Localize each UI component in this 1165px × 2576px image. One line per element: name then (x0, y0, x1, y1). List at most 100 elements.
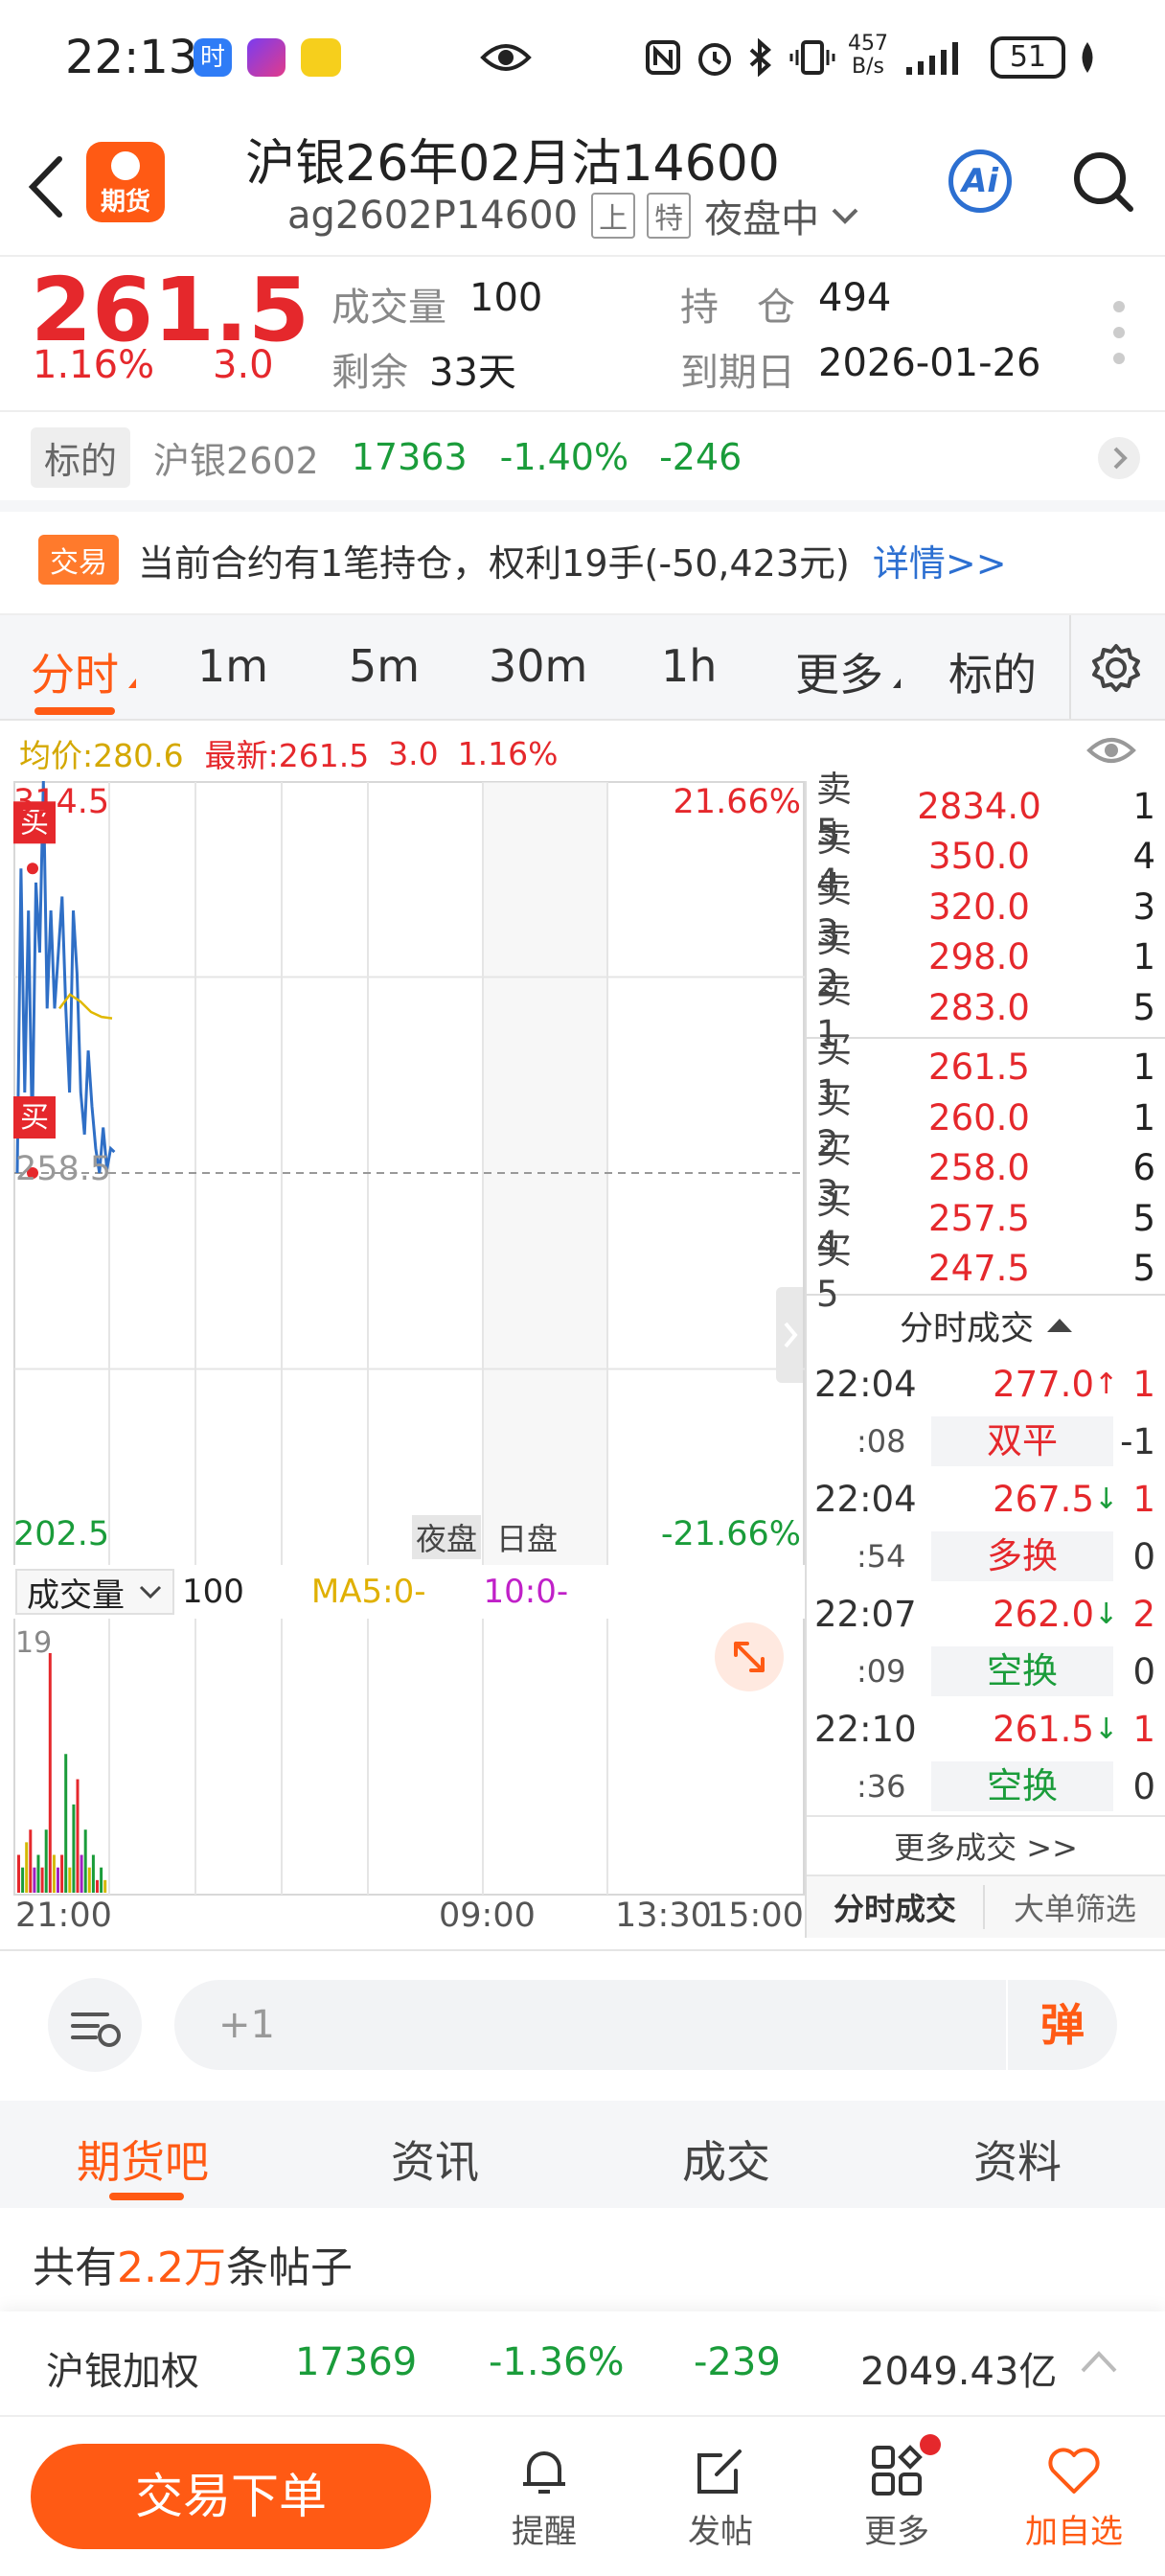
tab-underlying[interactable]: 标的 (948, 640, 1037, 703)
latest-pct: 1.16% (457, 734, 559, 772)
tab-big-order-filter[interactable]: 大单筛选 (985, 1885, 1165, 1929)
tab-5m[interactable]: 5m (349, 640, 420, 692)
more-trades-link[interactable]: 更多成交 >> (807, 1817, 1165, 1874)
tick-seconds: :36 (857, 1768, 906, 1805)
chart-collapse-handle[interactable] (776, 1287, 803, 1383)
tick-row[interactable]: 22:04 277.0 ↑ 1 (807, 1355, 1165, 1413)
tick-price: 267.5 (993, 1478, 1094, 1520)
bell-icon (523, 2451, 565, 2494)
latest-price: 最新:261.5 (204, 737, 370, 774)
bottom-nav: 交易下单 提醒 发帖 更多 加自选 (0, 2415, 1165, 2576)
nav-add-watchlist[interactable]: 加自选 (1021, 2442, 1127, 2552)
intraday-chart[interactable]: 买买 314.5 21.66% 258.5 202.5 -21.66% 夜盘 日… (13, 781, 805, 1950)
chevron-up-icon[interactable] (1079, 2348, 1119, 2375)
tick-seconds: :09 (857, 1653, 906, 1690)
bluetooth-icon (747, 38, 774, 77)
comment-input[interactable]: +1 弹 (174, 1980, 1117, 2070)
more-vertical-icon[interactable] (1111, 299, 1127, 366)
tick-price: 277.0 (993, 1363, 1094, 1405)
contract-code: ag2602P14600 (287, 194, 579, 238)
chevron-right-icon[interactable] (1098, 437, 1140, 479)
ticks-bottom-tabs: 分时成交 大单筛选 (807, 1874, 1165, 1938)
danmu-settings-icon[interactable] (48, 1978, 142, 2072)
tab-intraday[interactable]: 分时 (31, 640, 119, 703)
futures-badge: 期货 (86, 142, 165, 222)
session-day-label[interactable]: 日盘 (492, 1515, 561, 1559)
volume-selector-label: 成交量 (27, 1576, 125, 1615)
expand-icon[interactable] (715, 1622, 784, 1691)
volume-bar (64, 1754, 68, 1893)
index-bar[interactable]: 沪银加权 17369 -1.36% -239 2049.43亿 (0, 2312, 1165, 2415)
nav-alert[interactable]: 提醒 (508, 2442, 581, 2552)
tab-ticks[interactable]: 分时成交 (807, 1885, 985, 1929)
underlying-row[interactable]: 标的 沪银2602 17363 -1.40% -246 (0, 414, 1165, 500)
chevron-down-icon (139, 1585, 162, 1599)
badge-logo-icon (111, 151, 140, 180)
details-link[interactable]: 详情>> (873, 534, 1007, 586)
y-axis-top: 314.5 (13, 783, 110, 821)
tab-30m[interactable]: 30m (489, 640, 587, 692)
battery-icon: 51 (991, 36, 1065, 79)
position-notice[interactable]: 交易 当前合约有1笔持仓，权利19手(-50,423元) 详情>> (0, 512, 1165, 608)
quote-panel: 261.5 1.16% 3.0 成交量 100 持 仓 494 剩余 33天 到… (0, 257, 1165, 410)
tick-volume: 2 (1132, 1593, 1155, 1635)
tick-time: 22:07 (814, 1593, 917, 1635)
latest-chg: 3.0 (388, 734, 439, 772)
volume-bar (36, 1854, 40, 1893)
exchange-tag: 上 (591, 193, 636, 239)
tab-underline (34, 707, 115, 715)
tick-type: 空换 (931, 1761, 1113, 1811)
session-night-label[interactable]: 夜盘 (412, 1515, 482, 1559)
nav-post[interactable]: 发帖 (684, 2442, 757, 2552)
app-notification-icon-2 (247, 38, 286, 77)
tab-more[interactable]: 更多 (795, 640, 883, 703)
volume-indicator-select[interactable]: 成交量 (15, 1569, 174, 1615)
trade-order-button[interactable]: 交易下单 (31, 2444, 431, 2549)
nav-more[interactable]: 更多 (860, 2434, 941, 2552)
network-speed: 457 B/s (848, 32, 888, 79)
tab-futures-forum[interactable]: 期货吧 (77, 2128, 209, 2191)
volume-bar (96, 1879, 99, 1893)
x-label-afternoon: 13:30 (615, 1897, 712, 1935)
danmu-toggle-button[interactable]: 弹 (1006, 1980, 1117, 2070)
tab-news[interactable]: 资讯 (391, 2128, 479, 2191)
tick-oi-change: -1 (1120, 1420, 1155, 1462)
vol-axis-max: 19 (15, 1626, 53, 1660)
tick-row[interactable]: 22:07 262.0 ↓ 2 (807, 1585, 1165, 1643)
tab-1m[interactable]: 1m (197, 640, 268, 692)
index-amount: 2049.43亿 (860, 2350, 1058, 2394)
volume-bar (60, 1854, 64, 1893)
tab-trades[interactable]: 成交 (682, 2128, 770, 2191)
tab-info[interactable]: 资料 (973, 2128, 1062, 2191)
visibility-eye-icon[interactable] (1086, 732, 1136, 769)
subtitle[interactable]: ag2602P14600 上 特 夜盘中 (287, 188, 859, 243)
expiry-label: 到期日 (680, 351, 795, 395)
tab-dropdown-indicator (128, 678, 136, 688)
x-label-start: 21:00 (15, 1897, 112, 1935)
tick-type: 双平 (931, 1416, 1113, 1466)
compose-icon (697, 2450, 742, 2494)
volume-bar (21, 1867, 25, 1893)
order-book: 卖5 2834.0 1 卖4 350.0 4 卖3 320.0 3 卖2 298.0 1 卖1 2… (805, 769, 1165, 1938)
period-tabs: 分时 1m 5m 30m 1h 更多 标的 (0, 613, 1165, 721)
status-time: 22:13 (65, 31, 198, 84)
index-chg: -239 (694, 2340, 781, 2384)
back-button[interactable] (21, 153, 69, 220)
tick-row[interactable]: 22:10 261.5 ↓ 1 (807, 1700, 1165, 1758)
tab-1h[interactable]: 1h (661, 640, 717, 692)
tick-type: 多换 (931, 1531, 1113, 1581)
tab-more-indicator (893, 678, 901, 688)
search-icon[interactable] (1071, 150, 1134, 217)
tick-row[interactable]: 22:04 267.5 ↓ 1 (807, 1470, 1165, 1528)
volume-bar (68, 1867, 72, 1893)
tick-detail-row: :54 多换 0 (807, 1528, 1165, 1585)
heart-icon (1048, 2448, 1100, 2494)
change-value: 3.0 (213, 343, 274, 387)
tick-direction-icon: ↓ (1094, 1482, 1119, 1516)
y-axis-bottom-pct: -21.66% (660, 1515, 801, 1553)
settings-gear-icon[interactable] (1090, 642, 1142, 694)
tick-time: 22:04 (814, 1478, 917, 1520)
bid-row-5[interactable]: 买5 247.5 5 (807, 1230, 1165, 1315)
ai-assistant-button[interactable]: Ai (948, 150, 1012, 213)
tick-time: 22:10 (814, 1708, 917, 1750)
